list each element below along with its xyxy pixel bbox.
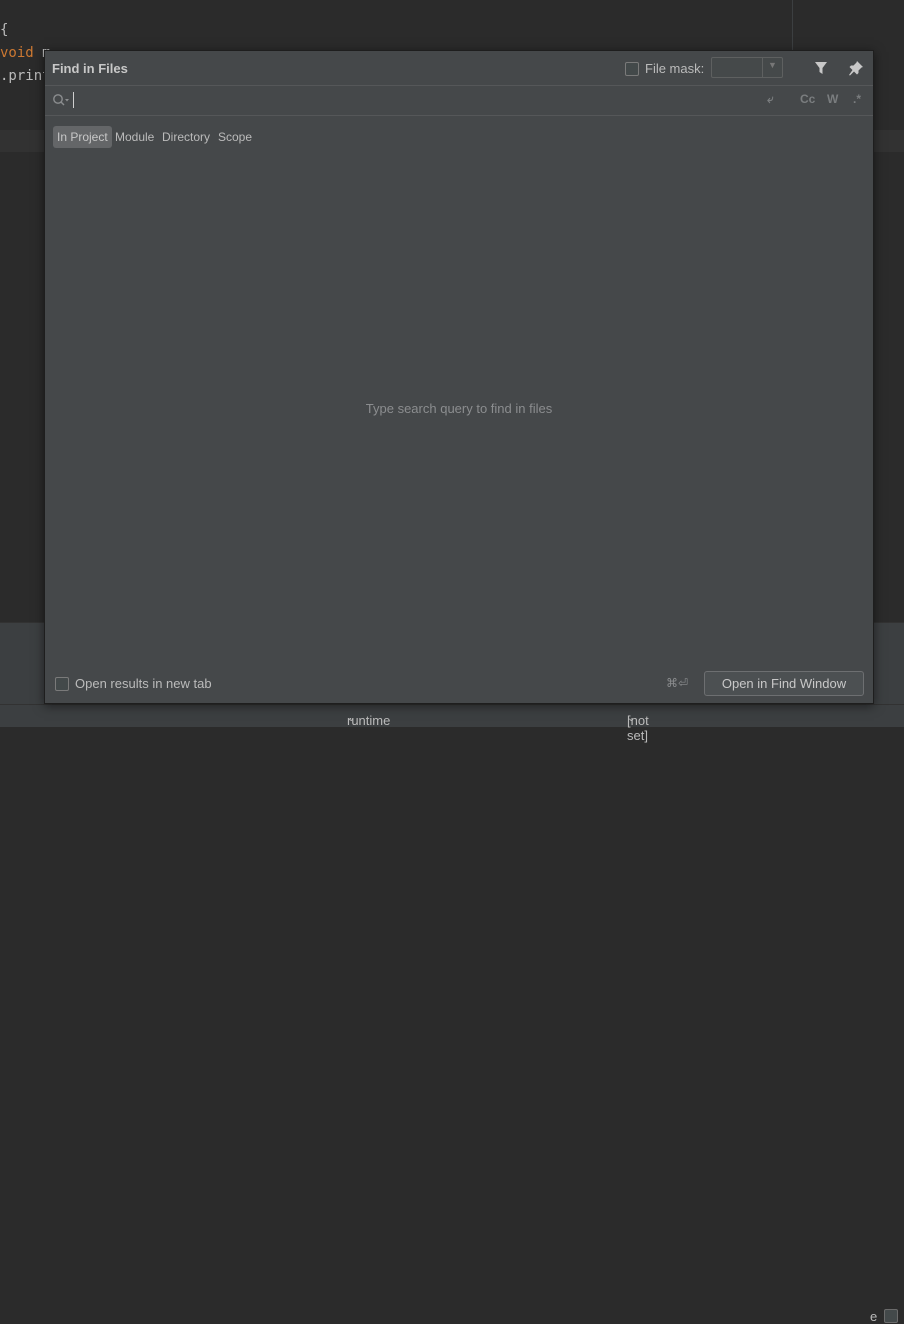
tab-in-project[interactable]: In Project [53, 126, 112, 148]
tab-directory[interactable]: Directory [158, 126, 214, 148]
open-new-tab-checkbox[interactable] [55, 677, 69, 691]
search-icon[interactable] [52, 93, 70, 107]
dialog-footer: Open results in new tab ⌘⏎ Open in Find … [45, 671, 873, 703]
newline-icon[interactable]: ⤶ [767, 92, 774, 107]
empty-results-message: Type search query to find in files [365, 401, 553, 416]
pin-icon[interactable] [848, 60, 864, 76]
open-in-find-window-button[interactable]: Open in Find Window [704, 671, 864, 696]
file-mask-combo[interactable]: ▼ [711, 57, 783, 78]
code-line-1: { [0, 22, 9, 38]
search-row: ⤶ Cc W .* [45, 86, 873, 116]
panel-label-fragment: e [870, 1309, 878, 1324]
file-mask-label: File mask: [645, 61, 705, 76]
chevron-down-icon: ⌄ [347, 713, 356, 724]
scope-tabs: In Project Module Directory Scope [45, 115, 873, 159]
words-icon[interactable]: W [827, 92, 838, 106]
code-line-2: void m [0, 45, 51, 61]
code-line-3: .print [0, 68, 51, 84]
combo-separator [762, 58, 763, 77]
chevron-down-icon[interactable]: ▼ [768, 60, 777, 70]
chevron-down-icon: ⌄ [627, 713, 636, 724]
filter-icon[interactable] [813, 60, 829, 76]
dialog-title: Find in Files [52, 61, 128, 76]
panel-checkbox[interactable] [884, 1309, 898, 1323]
shortcut-hint: ⌘⏎ [666, 676, 689, 690]
regex-icon[interactable]: .* [853, 92, 861, 106]
find-in-files-dialog: Find in Files File mask: ▼ ⤶ Cc W .* In … [44, 50, 874, 704]
keyword-void: void [0, 45, 34, 61]
file-mask-checkbox[interactable] [625, 62, 639, 76]
search-input[interactable] [73, 90, 753, 110]
open-new-tab-label[interactable]: Open results in new tab [75, 676, 212, 691]
dialog-header: Find in Files File mask: ▼ [45, 51, 873, 86]
status-bar: runtime ⌄ [not set] ⌄ [0, 704, 904, 743]
tab-scope[interactable]: Scope [214, 126, 256, 148]
match-case-icon[interactable]: Cc [800, 92, 815, 106]
tab-module[interactable]: Module [111, 126, 158, 148]
text-caret [73, 92, 74, 108]
